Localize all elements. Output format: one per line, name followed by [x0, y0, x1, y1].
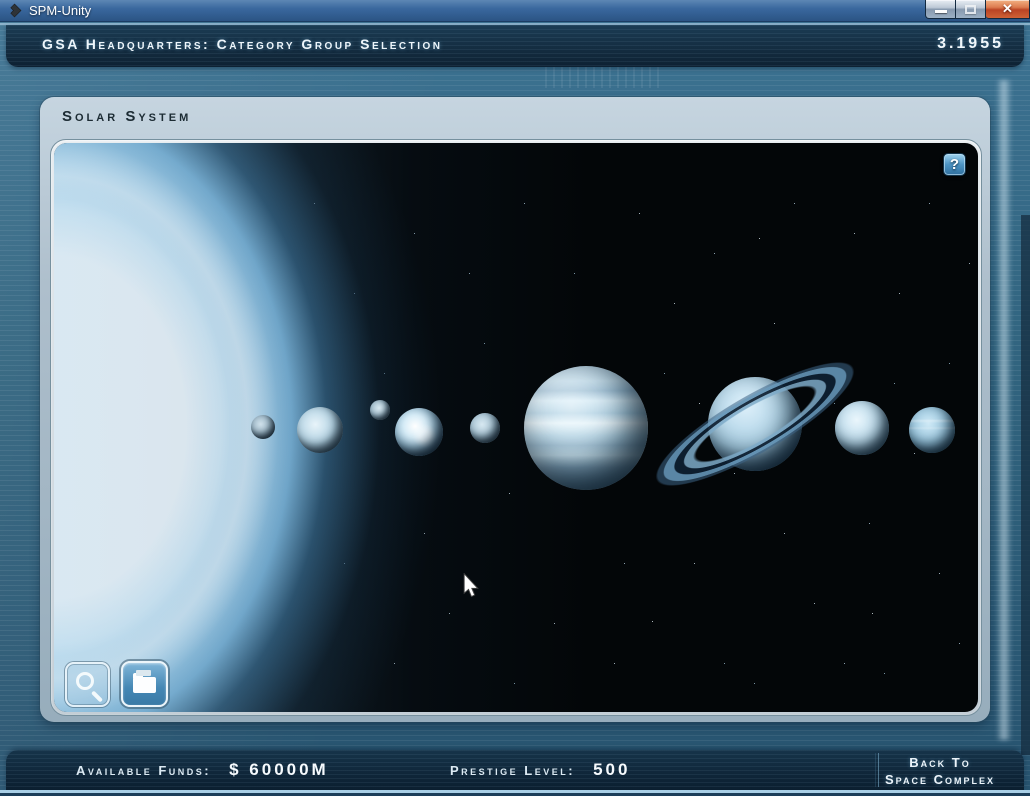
zoom-button[interactable] [65, 662, 110, 707]
date-display: 3.1955 [937, 35, 1004, 52]
folder-button[interactable] [121, 661, 168, 707]
footer-bar: Available Funds: $ 60000M Prestige Level… [6, 750, 1024, 790]
prestige-level: Prestige Level: 500 [450, 750, 630, 790]
magnifier-icon [76, 672, 94, 690]
planet-mercury [251, 415, 275, 439]
planet-uranus [835, 401, 889, 455]
maximize-icon [965, 5, 976, 14]
app-window: SPM-Unity GSA Headquarters: Category Gro… [0, 0, 1030, 796]
solar-system-panel: Solar System ? [40, 97, 990, 722]
titlebar: SPM-Unity [0, 0, 1030, 22]
window-controls [925, 0, 1030, 20]
background-dark-edge [1021, 215, 1030, 755]
prestige-level-label: Prestige Level: [450, 762, 576, 778]
planet-mars [470, 413, 500, 443]
unity-icon [7, 3, 22, 18]
available-funds: Available Funds: $ 60000M [76, 750, 329, 790]
back-button-line2: Space Complex [884, 771, 995, 787]
minimize-button[interactable] [925, 0, 956, 19]
mouse-cursor [462, 572, 480, 599]
planet-moon [370, 400, 390, 420]
folder-icon [133, 670, 156, 693]
space-view: ? [54, 143, 978, 712]
help-button[interactable]: ? [943, 153, 966, 176]
planet-venus [297, 407, 343, 453]
close-icon [986, 0, 1029, 18]
prestige-level-value: 500 [593, 760, 631, 779]
planet-earth [395, 408, 443, 456]
available-funds-label: Available Funds: [76, 762, 212, 778]
image-frame: ? [50, 139, 982, 716]
planet-neptune [909, 407, 955, 453]
page-title: GSA Headquarters: Category Group Selecti… [42, 36, 443, 52]
minimize-icon [935, 10, 947, 13]
back-to-space-complex-button[interactable]: Back To Space Complex [864, 753, 1016, 788]
available-funds-value: $ 60000M [229, 760, 329, 779]
window-title: SPM-Unity [29, 3, 92, 18]
planet-saturn [633, 336, 877, 512]
maximize-button[interactable] [956, 0, 986, 19]
panel-title: Solar System [62, 108, 192, 125]
background-light-strip [996, 80, 1012, 740]
back-button-line1: Back To [909, 754, 971, 770]
header-bar: GSA Headquarters: Category Group Selecti… [6, 25, 1024, 67]
close-button[interactable] [986, 0, 1030, 19]
planet-jupiter [524, 366, 648, 490]
